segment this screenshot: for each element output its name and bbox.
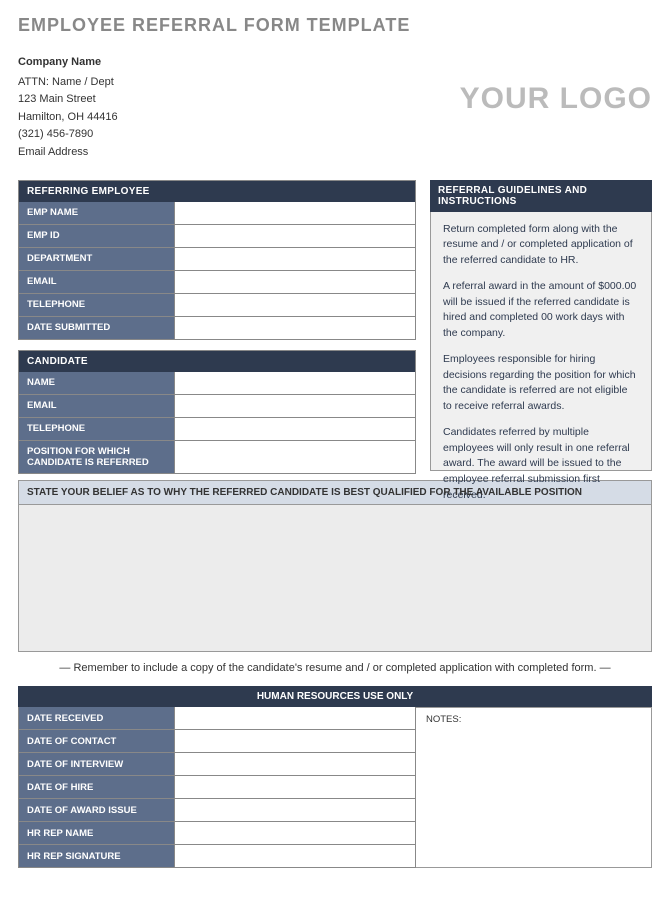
field-row: TELEPHONE — [19, 418, 415, 441]
guideline-p3: Employees responsible for hiring decisio… — [443, 352, 639, 415]
hr-header: HUMAN RESOURCES USE ONLY — [18, 686, 652, 707]
email-input[interactable] — [175, 271, 415, 293]
field-row: DATE OF INTERVIEW — [19, 753, 415, 776]
guideline-p2: A referral award in the amount of $000.0… — [443, 279, 639, 342]
company-info: Company Name ATTN: Name / Dept 123 Main … — [18, 54, 118, 162]
hr-section: DATE RECEIVED DATE OF CONTACT DATE OF IN… — [18, 707, 652, 868]
date-hire-input[interactable] — [175, 776, 415, 798]
referring-employee-section: REFERRING EMPLOYEE EMP NAME EMP ID DEPAR… — [18, 180, 416, 340]
hr-rep-signature-input[interactable] — [175, 845, 415, 867]
field-label: EMP NAME — [19, 202, 175, 224]
hr-rep-name-input[interactable] — [175, 822, 415, 844]
guidelines-box: Return completed form along with the res… — [430, 212, 652, 471]
field-row: EMP ID — [19, 225, 415, 248]
company-phone: (321) 456-7890 — [18, 126, 118, 144]
field-label: HR REP NAME — [19, 822, 175, 844]
field-label: DEPARTMENT — [19, 248, 175, 270]
field-label: DATE OF AWARD ISSUE — [19, 799, 175, 821]
telephone-input[interactable] — [175, 294, 415, 316]
field-row: DATE OF AWARD ISSUE — [19, 799, 415, 822]
guideline-p1: Return completed form along with the res… — [443, 222, 639, 269]
department-input[interactable] — [175, 248, 415, 270]
referring-header: REFERRING EMPLOYEE — [19, 181, 415, 202]
date-received-input[interactable] — [175, 707, 415, 729]
field-row: EMAIL — [19, 271, 415, 294]
notes-box[interactable]: NOTES: — [416, 707, 652, 868]
field-label: DATE OF HIRE — [19, 776, 175, 798]
field-row: EMAIL — [19, 395, 415, 418]
header-row: Company Name ATTN: Name / Dept 123 Main … — [18, 54, 652, 162]
field-label: DATE OF INTERVIEW — [19, 753, 175, 775]
field-label: HR REP SIGNATURE — [19, 845, 175, 867]
field-row: DATE RECEIVED — [19, 707, 415, 730]
company-address2: Hamilton, OH 44416 — [18, 109, 118, 127]
logo-placeholder: YOUR LOGO — [460, 82, 652, 116]
field-row: POSITION FOR WHICH CANDIDATE IS REFERRED — [19, 441, 415, 475]
candidate-header: CANDIDATE — [19, 351, 415, 372]
field-row: DATE OF CONTACT — [19, 730, 415, 753]
belief-textarea[interactable] — [18, 504, 652, 652]
emp-id-input[interactable] — [175, 225, 415, 247]
field-row: DEPARTMENT — [19, 248, 415, 271]
field-label: TELEPHONE — [19, 294, 175, 316]
field-row: HR REP NAME — [19, 822, 415, 845]
field-label: EMAIL — [19, 395, 175, 417]
field-row: EMP NAME — [19, 202, 415, 225]
field-label: EMAIL — [19, 271, 175, 293]
field-label: DATE SUBMITTED — [19, 317, 175, 339]
date-submitted-input[interactable] — [175, 317, 415, 339]
field-label: DATE OF CONTACT — [19, 730, 175, 752]
candidate-email-input[interactable] — [175, 395, 415, 417]
position-input[interactable] — [175, 441, 415, 474]
notes-label: NOTES: — [426, 714, 461, 725]
date-award-input[interactable] — [175, 799, 415, 821]
field-label: NAME — [19, 372, 175, 394]
reminder-text: — Remember to include a copy of the cand… — [18, 662, 652, 674]
field-row: TELEPHONE — [19, 294, 415, 317]
field-row: DATE SUBMITTED — [19, 317, 415, 340]
date-interview-input[interactable] — [175, 753, 415, 775]
company-attn: ATTN: Name / Dept — [18, 74, 118, 92]
field-label: POSITION FOR WHICH CANDIDATE IS REFERRED — [19, 441, 175, 474]
field-label: DATE RECEIVED — [19, 707, 175, 729]
field-row: HR REP SIGNATURE — [19, 845, 415, 868]
emp-name-input[interactable] — [175, 202, 415, 224]
candidate-telephone-input[interactable] — [175, 418, 415, 440]
date-contact-input[interactable] — [175, 730, 415, 752]
field-row: NAME — [19, 372, 415, 395]
guidelines-header: REFERRAL GUIDELINES AND INSTRUCTIONS — [430, 180, 652, 212]
company-email: Email Address — [18, 144, 118, 162]
company-name: Company Name — [18, 54, 118, 72]
field-row: DATE OF HIRE — [19, 776, 415, 799]
company-address1: 123 Main Street — [18, 91, 118, 109]
candidate-name-input[interactable] — [175, 372, 415, 394]
field-label: EMP ID — [19, 225, 175, 247]
page-title: EMPLOYEE REFERRAL FORM TEMPLATE — [18, 15, 652, 36]
field-label: TELEPHONE — [19, 418, 175, 440]
candidate-section: CANDIDATE NAME EMAIL TELEPHONE POSITION … — [18, 350, 416, 475]
